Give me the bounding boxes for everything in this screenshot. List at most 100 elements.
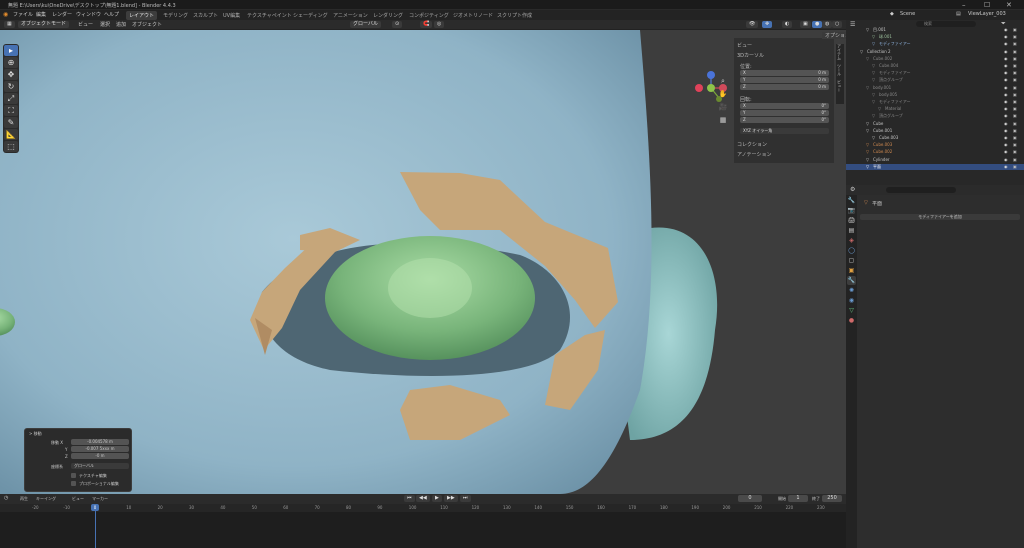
view-layer-tab-icon[interactable]: ▤ — [847, 226, 856, 235]
move-y-field[interactable]: -0.007 5xxx m — [71, 446, 129, 452]
tool-tab-icon[interactable]: 🔧 — [847, 196, 856, 205]
select-tool-icon[interactable]: ▸ — [4, 45, 18, 56]
tab-modeling[interactable]: モデリング — [160, 11, 191, 20]
timeline-menu-marker[interactable]: マーカー — [92, 496, 108, 502]
timeline-menu-keying[interactable]: キーイング — [36, 496, 56, 502]
section-3d-cursor-header[interactable]: 3Dカーソル — [737, 52, 764, 59]
outliner-row[interactable]: ▽ body.005 ◉ ▣ — [846, 92, 1024, 98]
orientation-selector[interactable]: グローバル — [350, 21, 381, 28]
data-tab-icon[interactable]: ▽ — [847, 306, 856, 315]
cursor-rotation-z[interactable]: Z 0° — [740, 117, 829, 123]
render-visibility-icon[interactable]: ▣ — [1013, 164, 1017, 169]
orientation-dropdown[interactable]: グローバル — [71, 463, 129, 469]
eye-icon[interactable]: ◉ — [1004, 85, 1008, 90]
outliner-row[interactable]: ▽ Material ◉ ▣ — [846, 106, 1024, 112]
gizmo-toggle-icon[interactable]: ✥ — [762, 21, 773, 28]
outliner-row[interactable]: ▽ Cylinder ◉ ▣ — [846, 157, 1024, 163]
annotate-tool-icon[interactable]: ✎ — [4, 117, 18, 128]
outliner-row[interactable]: ▽ モディファイアー ◉ ▣ — [846, 99, 1024, 105]
rotate-tool-icon[interactable]: ↻ — [4, 81, 18, 92]
eye-icon[interactable]: ◉ — [1004, 49, 1008, 54]
proportional-edit-checkbox[interactable] — [71, 481, 76, 486]
minimize-button[interactable]: – — [962, 1, 966, 9]
outliner-row[interactable]: ▽ モディファイアー ◉ ▣ — [846, 41, 1024, 47]
render-visibility-icon[interactable]: ▣ — [1013, 56, 1017, 61]
move-tool-icon[interactable]: ✥ — [4, 69, 18, 80]
render-visibility-icon[interactable]: ▣ — [1013, 85, 1017, 90]
collection-tab-icon[interactable]: ▢ — [847, 256, 856, 265]
section-collection-header[interactable]: コレクション — [737, 141, 767, 148]
cursor-location-x[interactable]: X0 m — [740, 70, 829, 76]
outliner-row[interactable]: ▽ Cube.003 ◉ ▣ — [846, 142, 1024, 148]
timeline-menu-playback[interactable]: 再生 — [20, 496, 28, 502]
menu-render[interactable]: レンダー — [52, 11, 72, 18]
start-frame-field[interactable]: 1 — [788, 495, 808, 502]
render-visibility-icon[interactable]: ▣ — [1013, 49, 1017, 54]
render-visibility-icon[interactable]: ▣ — [1013, 113, 1017, 118]
render-visibility-icon[interactable]: ▣ — [1013, 121, 1017, 126]
cursor-tool-icon[interactable]: ⊕ — [4, 57, 18, 68]
outliner-row[interactable]: ▽ Cube.003 ◉ ▣ — [846, 135, 1024, 141]
outliner-row[interactable]: ▽ Cube.002 ◉ ▣ — [846, 56, 1024, 62]
rotation-mode-dropdown[interactable]: XYZ オイラー角 — [740, 128, 829, 134]
scene-selector[interactable]: Scene — [900, 11, 915, 17]
outliner-row[interactable]: ▽ Cube.001 ◉ ▣ — [846, 128, 1024, 134]
tab-tool[interactable]: ツール — [836, 64, 842, 80]
editor-type-button[interactable]: ▦ — [4, 21, 15, 28]
end-frame-field[interactable]: 250 — [822, 495, 842, 502]
outliner-row[interactable]: ▽ body.001 ◉ ▣ — [846, 85, 1024, 91]
outliner-row[interactable]: ▽ 頂点グループ ◉ ▣ — [846, 113, 1024, 119]
playhead-frame[interactable]: 0 — [91, 504, 99, 511]
cursor-location-y[interactable]: Y0 m — [740, 77, 829, 83]
transform-tool-icon[interactable]: ⛶ — [4, 105, 18, 116]
viewlayer-selector[interactable]: ViewLayer_003 — [968, 11, 1006, 17]
viewport-menu-view[interactable]: ビュー — [78, 21, 93, 28]
eye-icon[interactable]: ◉ — [1004, 77, 1008, 82]
eye-icon[interactable]: ◉ — [1004, 106, 1008, 111]
proportional-icon[interactable]: ◎ — [434, 21, 445, 28]
material-tab-icon[interactable]: ● — [847, 316, 856, 325]
menu-help[interactable]: ヘルプ — [104, 11, 119, 18]
render-visibility-icon[interactable]: ▣ — [1013, 70, 1017, 75]
menu-file[interactable]: ファイル — [13, 11, 33, 18]
render-visibility-icon[interactable]: ▣ — [1013, 63, 1017, 68]
eye-icon[interactable]: ◉ — [1004, 92, 1008, 97]
modifier-tab-icon[interactable]: 🔧 — [847, 276, 856, 285]
grid-icon[interactable]: ▦ — [718, 115, 728, 125]
measure-tool-icon[interactable]: 📐 — [4, 129, 18, 140]
tab-uv-edit[interactable]: UV編集 — [220, 11, 243, 20]
tab-animation[interactable]: アニメーション — [330, 11, 371, 20]
render-visibility-icon[interactable]: ▣ — [1013, 149, 1017, 154]
render-visibility-icon[interactable]: ▣ — [1013, 27, 1017, 32]
outliner-row[interactable]: ▽ Cube.004 ◉ ▣ — [846, 63, 1024, 69]
render-tab-icon[interactable]: 📷 — [847, 206, 856, 215]
tab-shading[interactable]: シェーディング — [290, 11, 331, 20]
shading-material-icon[interactable]: ◍ — [822, 21, 833, 28]
current-frame-field[interactable]: 0 — [738, 495, 762, 502]
world-tab-icon[interactable]: ◯ — [847, 246, 856, 255]
tab-rendering[interactable]: レンダリング — [370, 11, 406, 20]
3d-viewport[interactable]: ⌕ ✋ 🎥 ▦ — [0, 30, 846, 494]
overlay-icon[interactable]: ◐ — [782, 21, 793, 28]
scene-tab-icon[interactable]: ◈ — [847, 236, 856, 245]
prev-key-icon[interactable]: ◀◀ — [416, 495, 430, 502]
shading-render-icon[interactable]: ○ — [832, 21, 843, 28]
tab-scripting[interactable]: スクリプト作成 — [494, 11, 535, 20]
mode-selector[interactable]: オブジェクトモード — [18, 21, 70, 28]
zoom-icon[interactable]: ⌕ — [718, 76, 728, 86]
outliner-row[interactable]: ▽ モディファイアー ◉ ▣ — [846, 70, 1024, 76]
viewport-menu-add[interactable]: 追加 — [116, 21, 126, 28]
outliner-row[interactable]: ▽ Cube ◉ ▣ — [846, 121, 1024, 127]
render-visibility-icon[interactable]: ▣ — [1013, 128, 1017, 133]
physics-tab-icon[interactable]: ◉ — [847, 296, 856, 305]
timeline-menu-view[interactable]: ビュー — [72, 496, 84, 502]
properties-search-input[interactable] — [886, 187, 956, 193]
viewport-menu-object[interactable]: オブジェクト — [132, 21, 162, 28]
texture-edit-checkbox[interactable] — [71, 473, 76, 478]
add-cube-tool-icon[interactable]: ⬚ — [4, 141, 18, 152]
properties-editor-icon[interactable]: ⚙ — [850, 186, 855, 193]
tab-geometry-nodes[interactable]: ジオメトリノード — [450, 11, 496, 20]
add-modifier-button[interactable]: モディファイアーを追加 — [860, 214, 1020, 220]
render-visibility-icon[interactable]: ▣ — [1013, 77, 1017, 82]
tab-sculpt[interactable]: スカルプト — [190, 11, 221, 20]
